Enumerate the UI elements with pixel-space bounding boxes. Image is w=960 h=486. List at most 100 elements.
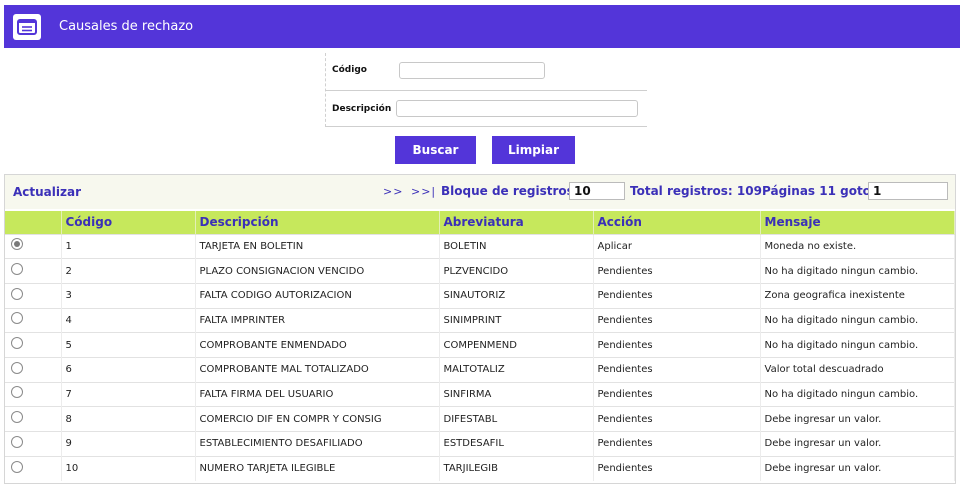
cell-mensaje: Zona geografica inexistente	[760, 282, 955, 309]
block-size-label: Bloque de registros:	[441, 184, 579, 198]
row-radio-button[interactable]	[11, 263, 23, 276]
cell-accion: Pendientes	[593, 332, 761, 358]
row-select-cell	[5, 332, 62, 358]
next-page-link[interactable]: >>	[383, 185, 403, 198]
cell-descripcion: FALTA IMPRINTER	[195, 307, 440, 333]
app-header: Causales de rechazo	[4, 5, 960, 48]
table-row[interactable]: 3 FALTA CODIGO AUTORIZACION SINAUTORIZ Pend…	[5, 282, 955, 309]
table-row[interactable]: 1 TARJETA EN BOLETIN BOLETIN Aplicar Moneda …	[5, 233, 955, 259]
cell-abreviatura: MALTOTALIZ	[439, 356, 594, 383]
refresh-link[interactable]: Actualizar	[13, 185, 81, 199]
cell-mensaje: No ha digitado ningun cambio.	[760, 332, 955, 358]
cell-accion: Pendientes	[593, 431, 761, 457]
goto-page-input[interactable]	[868, 182, 948, 200]
row-select-cell	[5, 356, 62, 383]
cell-descripcion: PLAZO CONSIGNACION VENCIDO	[195, 258, 440, 284]
column-header-codigo[interactable]: Código	[61, 211, 196, 234]
cell-accion: Pendientes	[593, 381, 761, 407]
column-header-abreviatura[interactable]: Abreviatura	[439, 211, 594, 234]
descripcion-row: Descripción	[325, 90, 647, 127]
row-radio-button[interactable]	[11, 312, 23, 325]
codigo-label: Código	[332, 65, 367, 75]
results-panel: Actualizar >> >>| Bloque de registros: T…	[4, 174, 956, 484]
table-row[interactable]: 2 PLAZO CONSIGNACION VENCIDO PLZVENCIDO Pen…	[5, 258, 955, 284]
row-select-cell	[5, 233, 62, 259]
results-table: Código Descripción Abreviatura Acción Me…	[5, 211, 955, 481]
cell-codigo: 1	[61, 233, 196, 259]
cell-descripcion: ESTABLECIMIENTO DESAFILIADO	[195, 431, 440, 457]
row-radio-button[interactable]	[11, 361, 23, 374]
pages-goto-label: Páginas 11 goto:	[762, 184, 876, 198]
row-radio-button[interactable]	[11, 460, 23, 473]
search-form: Código Descripción	[325, 53, 647, 127]
cell-codigo: 5	[61, 332, 196, 358]
cell-accion: Aplicar	[593, 233, 761, 259]
cell-abreviatura: BOLETIN	[439, 233, 594, 259]
row-radio-button[interactable]	[11, 386, 23, 399]
last-page-link[interactable]: >>|	[411, 185, 436, 198]
cell-codigo: 9	[61, 431, 196, 457]
table-row[interactable]: 6 COMPROBANTE MAL TOTALIZADO MALTOTALIZ Pen…	[5, 356, 955, 383]
cell-abreviatura: SINIMPRINT	[439, 307, 594, 333]
cell-abreviatura: ESTDESAFIL	[439, 431, 594, 457]
cell-descripcion: TARJETA EN BOLETIN	[195, 233, 440, 259]
cell-abreviatura: COMPENMEND	[439, 332, 594, 358]
table-row[interactable]: 5 COMPROBANTE ENMENDADO COMPENMEND Pendient…	[5, 332, 955, 358]
row-radio-button[interactable]	[11, 287, 23, 300]
row-radio-button[interactable]	[11, 238, 23, 251]
cell-codigo: 6	[61, 356, 196, 383]
table-row[interactable]: 8 COMERCIO DIF EN COMPR Y CONSIG DIFESTABL…	[5, 406, 955, 432]
table-row[interactable]: 9 ESTABLECIMIENTO DESAFILIADO ESTDESAFIL Pe…	[5, 431, 955, 457]
cell-accion: Pendientes	[593, 356, 761, 383]
cell-descripcion: COMERCIO DIF EN COMPR Y CONSIG	[195, 406, 440, 432]
cell-mensaje: Valor total descuadrado	[760, 356, 955, 383]
cell-abreviatura: TARJILEGIB	[439, 455, 594, 481]
clear-button[interactable]: Limpiar	[492, 136, 575, 164]
row-select-cell	[5, 455, 62, 481]
total-records: Total registros: 109	[630, 184, 762, 198]
table-row[interactable]: 4 FALTA IMPRINTER SINIMPRINT Pendientes No h…	[5, 307, 955, 333]
cell-codigo: 10	[61, 455, 196, 481]
cell-descripcion: COMPROBANTE MAL TOTALIZADO	[195, 356, 440, 383]
table-header-row: Código Descripción Abreviatura Acción Me…	[5, 211, 955, 234]
cell-accion: Pendientes	[593, 307, 761, 333]
cell-mensaje: Debe ingresar un valor.	[760, 406, 955, 432]
cell-accion: Pendientes	[593, 282, 761, 309]
table-row[interactable]: 7 FALTA FIRMA DEL USUARIO SINFIRMA Pendient…	[5, 381, 955, 407]
cell-abreviatura: DIFESTABL	[439, 406, 594, 432]
cell-mensaje: No ha digitado ningun cambio.	[760, 307, 955, 333]
row-select-cell	[5, 381, 62, 407]
column-header-accion[interactable]: Acción	[593, 211, 761, 234]
cell-codigo: 4	[61, 307, 196, 333]
cell-mensaje: Debe ingresar un valor.	[760, 455, 955, 481]
codigo-row: Código	[325, 53, 647, 90]
row-select-cell	[5, 406, 62, 432]
row-radio-button[interactable]	[11, 411, 23, 424]
row-radio-button[interactable]	[11, 337, 23, 350]
column-header-mensaje[interactable]: Mensaje	[760, 211, 955, 234]
row-select-cell	[5, 282, 62, 309]
cell-codigo: 7	[61, 381, 196, 407]
cell-abreviatura: PLZVENCIDO	[439, 258, 594, 284]
page-title: Causales de rechazo	[59, 19, 194, 34]
column-header-descripcion[interactable]: Descripción	[195, 211, 440, 234]
select-column-header	[5, 211, 62, 234]
search-button[interactable]: Buscar	[395, 136, 476, 164]
cell-accion: Pendientes	[593, 455, 761, 481]
codigo-input[interactable]	[399, 62, 545, 79]
row-select-cell	[5, 258, 62, 284]
row-select-cell	[5, 307, 62, 333]
cell-mensaje: No ha digitado ningun cambio.	[760, 258, 955, 284]
cell-descripcion: COMPROBANTE ENMENDADO	[195, 332, 440, 358]
cell-accion: Pendientes	[593, 258, 761, 284]
cell-mensaje: No ha digitado ningun cambio.	[760, 381, 955, 407]
descripcion-label: Descripción	[332, 104, 392, 114]
cell-abreviatura: SINFIRMA	[439, 381, 594, 407]
table-row[interactable]: 10 NUMERO TARJETA ILEGIBLE TARJILEGIB Pendi…	[5, 455, 955, 481]
descripcion-input[interactable]	[396, 100, 638, 117]
block-size-input[interactable]	[569, 182, 625, 200]
cell-abreviatura: SINAUTORIZ	[439, 282, 594, 309]
grid-toolbar: Actualizar >> >>| Bloque de registros: T…	[5, 175, 955, 209]
cell-descripcion: FALTA CODIGO AUTORIZACION	[195, 282, 440, 309]
row-radio-button[interactable]	[11, 435, 23, 448]
